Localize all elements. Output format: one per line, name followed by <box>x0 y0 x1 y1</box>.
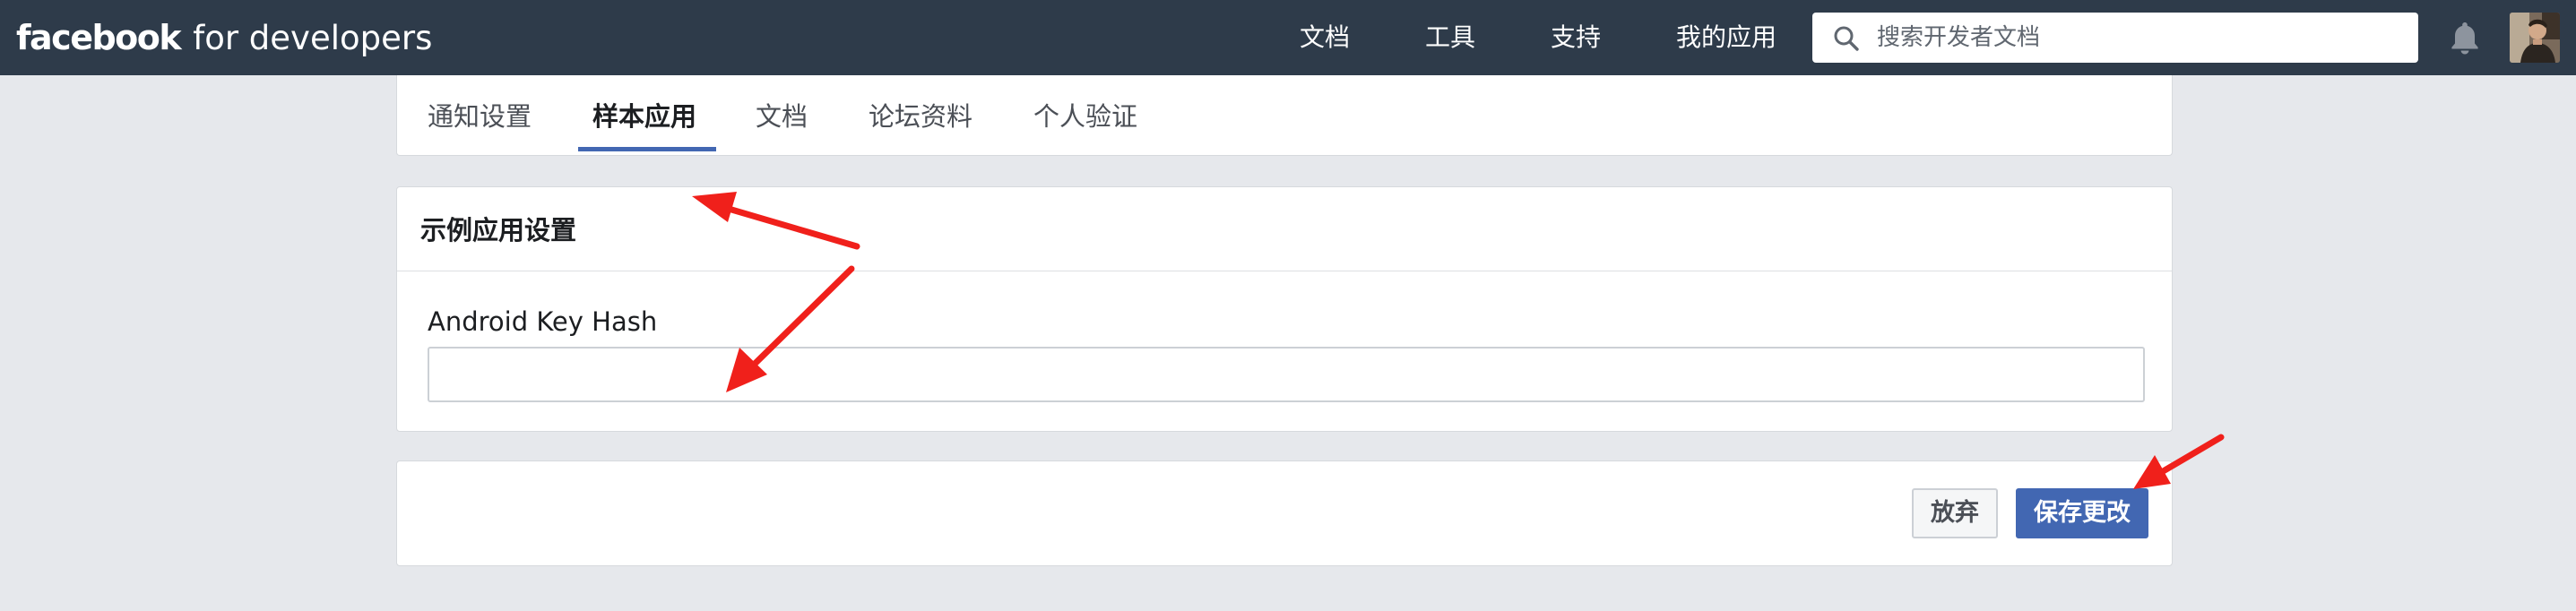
nav-tools-link[interactable]: 工具 <box>1425 16 1475 59</box>
android-key-hash-label: Android Key Hash <box>428 306 658 337</box>
nav-support-link[interactable]: 支持 <box>1551 16 1601 59</box>
card-title: 示例应用设置 <box>420 215 577 245</box>
brand-primary-text: facebook <box>16 18 182 57</box>
nav-docs-link[interactable]: 文档 <box>1300 16 1350 59</box>
tab-forum-materials[interactable]: 论坛资料 <box>869 95 972 138</box>
search-icon <box>1834 26 1859 51</box>
active-tab-indicator <box>578 147 716 151</box>
tab-personal-verification[interactable]: 个人验证 <box>1033 95 1137 138</box>
card-header: 示例应用设置 <box>397 187 2172 271</box>
bell-icon[interactable] <box>2445 18 2485 57</box>
discard-button[interactable]: 放弃 <box>1912 488 1998 538</box>
actions-card: 放弃 保存更改 <box>396 460 2173 566</box>
tab-docs[interactable]: 文档 <box>756 95 808 138</box>
search-box[interactable] <box>1812 13 2418 63</box>
avatar[interactable] <box>2510 13 2560 63</box>
tab-sample-app[interactable]: 样本应用 <box>592 95 696 138</box>
nav-my-apps-link[interactable]: 我的应用 <box>1676 16 1776 59</box>
facebook-for-developers-logo[interactable]: facebook for developers <box>16 14 432 61</box>
save-changes-button[interactable]: 保存更改 <box>2016 488 2148 538</box>
brand-secondary-text: for developers <box>193 19 433 57</box>
tabs-card: 通知设置 样本应用 文档 论坛资料 个人验证 <box>396 75 2173 156</box>
top-navigation-bar: facebook for developers 文档 工具 支持 我的应用 <box>0 0 2576 75</box>
search-input[interactable] <box>1877 13 2406 63</box>
avatar-image <box>2510 13 2560 63</box>
sample-app-settings-card: 示例应用设置 Android Key Hash <box>396 186 2173 432</box>
android-key-hash-input[interactable] <box>428 347 2145 402</box>
tab-notification-settings[interactable]: 通知设置 <box>428 95 532 138</box>
